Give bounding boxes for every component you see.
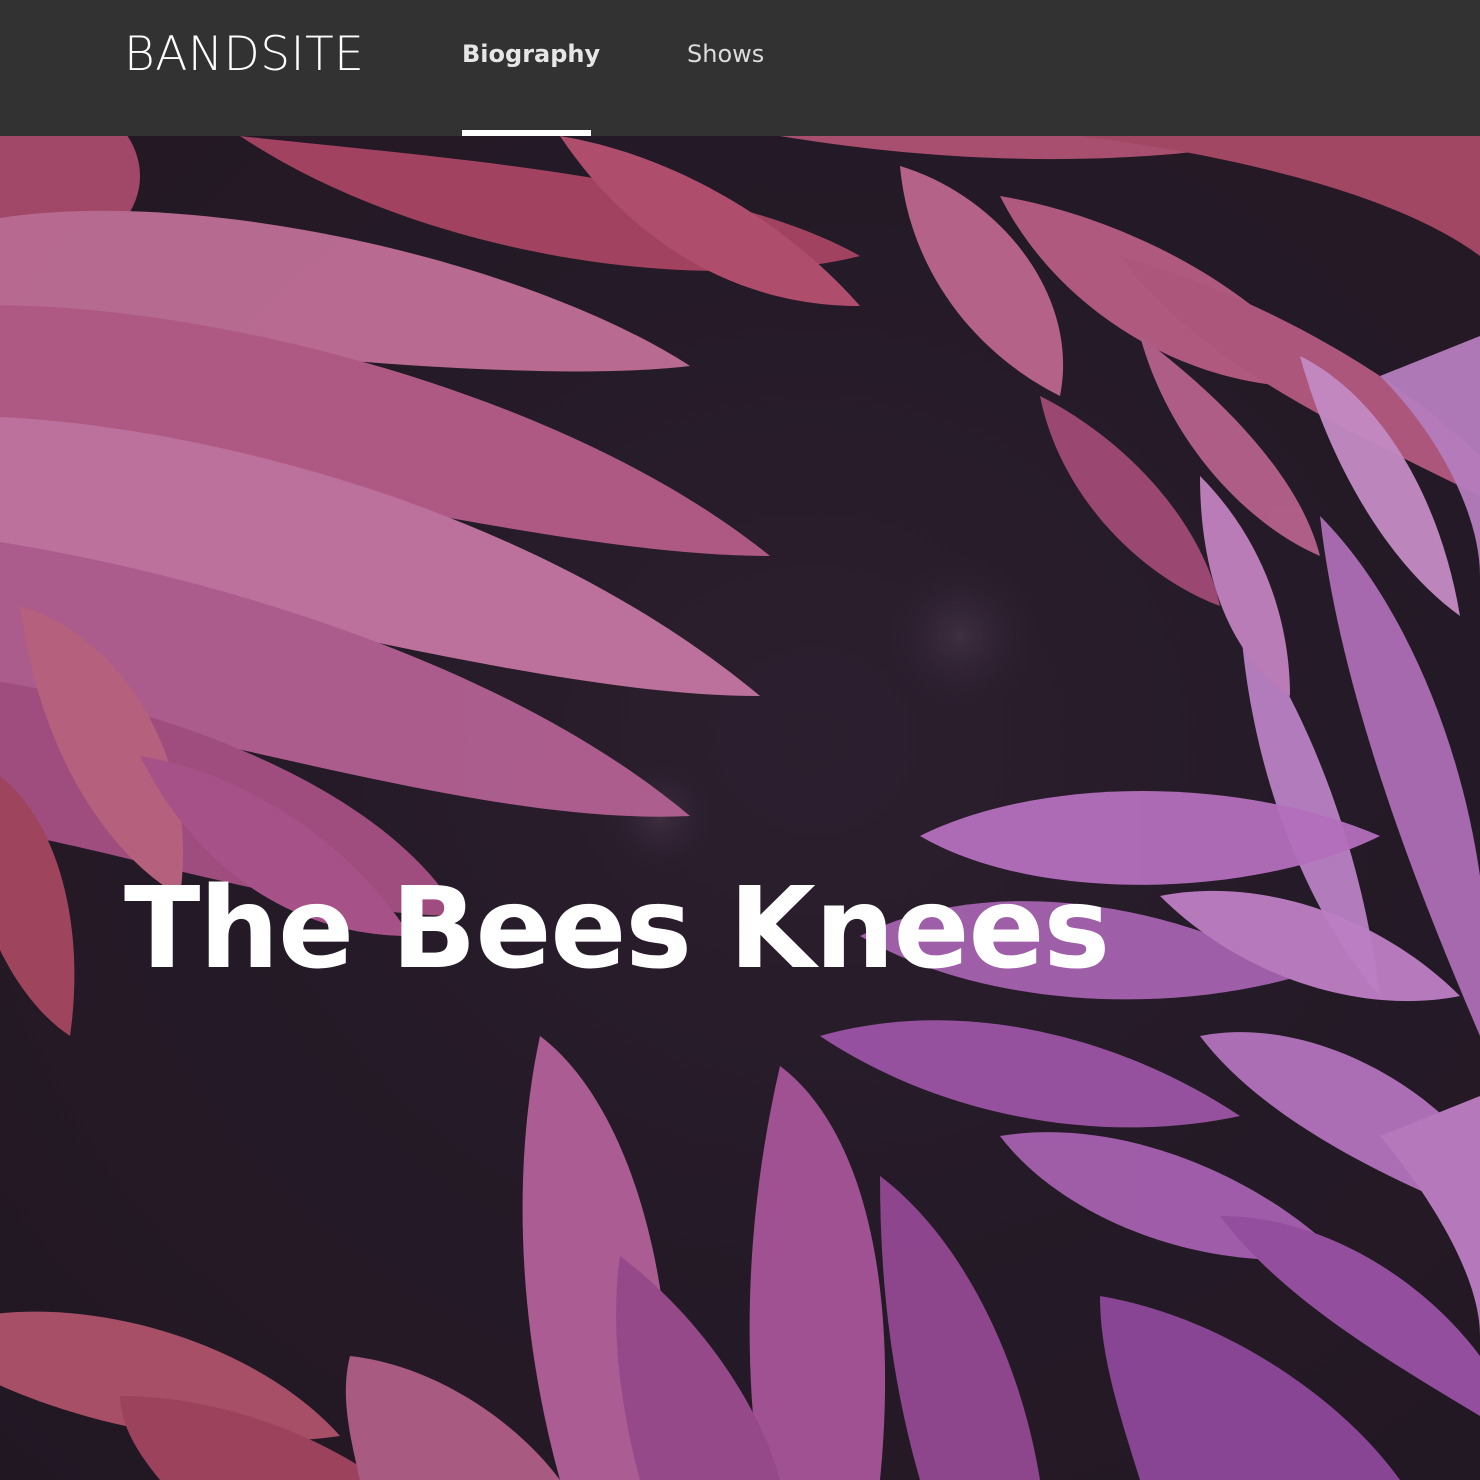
site-logo[interactable]: BANDSITE <box>124 28 364 82</box>
nav-link-biography[interactable]: Biography <box>462 0 600 136</box>
hero-section: The Bees Knees <box>0 136 1480 1480</box>
nav-link-shows[interactable]: Shows <box>687 0 764 136</box>
hero-title: The Bees Knees <box>124 864 1110 994</box>
flowers-background-image <box>0 136 1480 1480</box>
site-header: BANDSITE Biography Shows <box>0 0 1480 136</box>
